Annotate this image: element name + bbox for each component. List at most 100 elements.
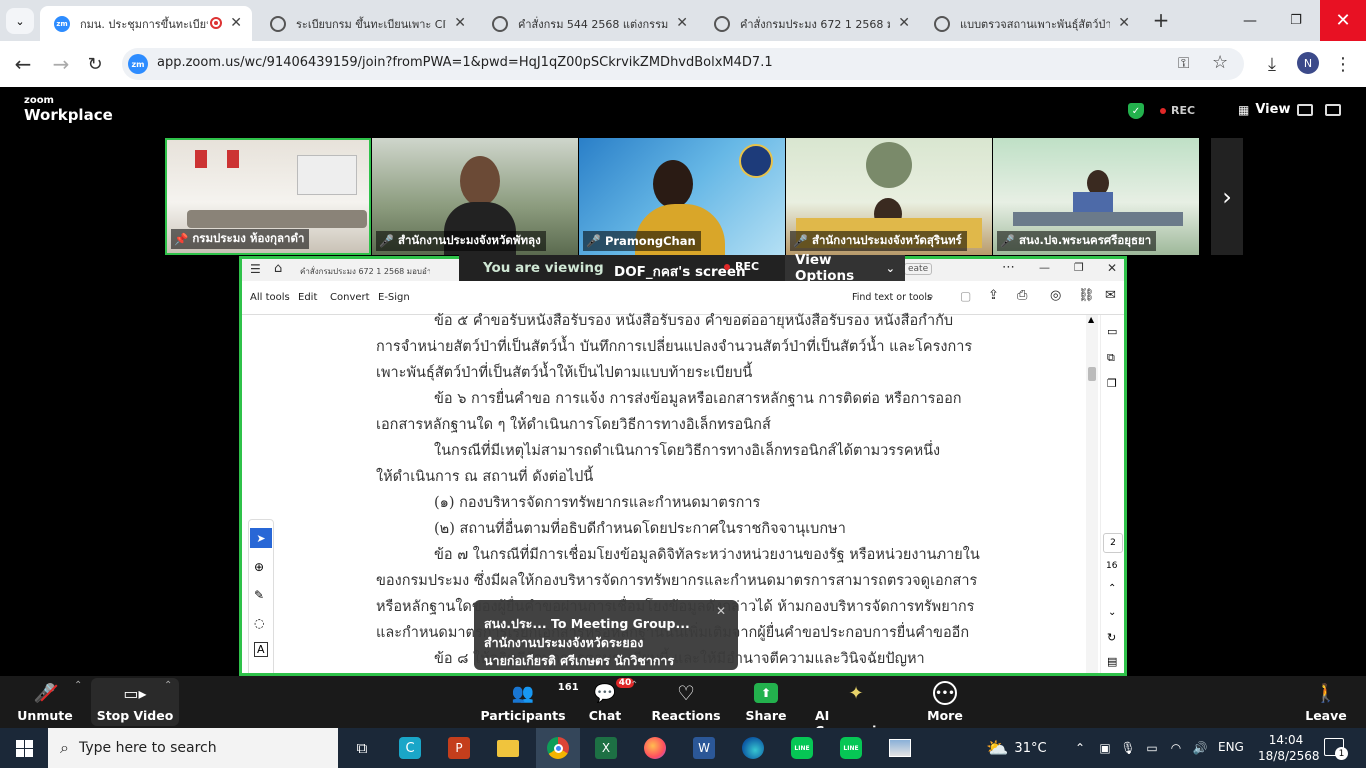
browser-menu-icon[interactable]: ⋮ bbox=[1332, 51, 1354, 77]
wifi-icon[interactable]: ◠ bbox=[1164, 728, 1188, 768]
menu-esign[interactable]: E-Sign bbox=[378, 292, 410, 303]
video-options-caret-icon[interactable]: ⌃ bbox=[164, 680, 172, 691]
tab-regulation[interactable]: ระเบียบกรม ขึ้นทะเบียนเพาะ CITES ✕ bbox=[256, 6, 476, 41]
close-tab-icon[interactable]: ✕ bbox=[676, 15, 688, 31]
line-app-icon[interactable]: LINE bbox=[780, 728, 824, 768]
page-down-icon[interactable]: ⌄ bbox=[1108, 607, 1116, 618]
more-options-icon[interactable]: ⋯ bbox=[1002, 260, 1015, 275]
bookmark-icon[interactable]: ⧉ bbox=[1107, 351, 1115, 365]
close-popup-icon[interactable]: ✕ bbox=[716, 604, 726, 618]
page-up-icon[interactable]: ⌃ bbox=[1108, 583, 1116, 594]
tab-order-672[interactable]: คำสั่งกรมประมง 672 1 2568 มอบ ✕ bbox=[700, 6, 920, 41]
security-shield-icon[interactable]: ✓ bbox=[1128, 103, 1144, 119]
chrome-app-icon[interactable] bbox=[536, 728, 580, 768]
scroll-up-icon[interactable]: ▲ bbox=[1088, 315, 1094, 324]
print-icon[interactable]: ⎙ bbox=[1017, 288, 1027, 303]
recording-indicator[interactable]: REC bbox=[1160, 104, 1195, 117]
close-tab-icon[interactable]: ✕ bbox=[230, 15, 242, 31]
video-tile-2[interactable]: 🎤 สำนักงานประมงจังหวัดพัทลุง bbox=[372, 138, 578, 255]
search-icon[interactable]: ⌕ bbox=[927, 289, 934, 304]
pdf-tab-title[interactable]: คำสั่งกรมประมง 672 1 2568 มอบอำนาจ... bbox=[300, 265, 430, 278]
password-key-icon[interactable]: ⚿ bbox=[1178, 54, 1189, 72]
tab-inspection-form[interactable]: แบบตรวจสถานเพาะพันธุ์สัตว์ป่า ✕ bbox=[920, 6, 1140, 41]
microphone-icon[interactable]: 🎙 bbox=[1116, 728, 1140, 768]
pen-tool-icon[interactable]: ✎ bbox=[254, 588, 264, 602]
file-explorer-icon[interactable] bbox=[486, 728, 530, 768]
word-app-icon[interactable]: W bbox=[682, 728, 726, 768]
participants-button[interactable]: 👥 161 Participants bbox=[480, 678, 578, 723]
picture-in-picture-icon[interactable] bbox=[1297, 104, 1313, 116]
close-tab-icon[interactable]: ✕ bbox=[1118, 15, 1130, 31]
restore-window-icon[interactable]: ❐ bbox=[1276, 0, 1316, 41]
home-icon[interactable]: ⌂ bbox=[274, 261, 282, 276]
windows-start-icon[interactable] bbox=[2, 728, 46, 768]
chat-options-caret-icon[interactable]: ⌃ bbox=[630, 680, 638, 691]
bookmark-star-icon[interactable]: ☆ bbox=[1212, 52, 1228, 73]
hamburger-icon[interactable]: ☰ bbox=[250, 262, 261, 276]
video-tile-3[interactable]: 🎤 PramongChan bbox=[579, 138, 785, 255]
video-tile-4[interactable]: 🎤 สำนักงานประมงจังหวัดสุรินทร์ bbox=[786, 138, 992, 255]
document-icon[interactable]: ▤ bbox=[1107, 655, 1117, 668]
new-tab-button[interactable]: + bbox=[1150, 8, 1172, 32]
edge-app-icon[interactable] bbox=[731, 728, 775, 768]
download-icon[interactable]: ⤓ bbox=[1258, 51, 1286, 77]
task-view-icon[interactable]: ⧉ bbox=[340, 728, 384, 768]
select-cursor-icon[interactable]: ➤ bbox=[250, 528, 272, 548]
menu-all-tools[interactable]: All tools bbox=[250, 292, 290, 303]
taskbar-clock[interactable]: 14:04 18/8/2568 bbox=[1258, 732, 1320, 764]
leave-button[interactable]: 🚶 Leave bbox=[1304, 678, 1348, 724]
close-tab-icon[interactable]: ✕ bbox=[898, 15, 910, 31]
audio-options-caret-icon[interactable]: ⌃ bbox=[74, 680, 82, 691]
excel-app-icon[interactable]: X bbox=[584, 728, 628, 768]
weather-widget[interactable]: ⛅ 31°C bbox=[986, 728, 1047, 768]
tab-zoom-meeting[interactable]: zm กมน. ประชุมการขึ้นทะเบียนฯ ✕ bbox=[40, 6, 252, 41]
save-icon[interactable]: ▢ bbox=[960, 289, 971, 303]
line-app-icon-2[interactable]: LINE bbox=[829, 728, 873, 768]
capcut-app-icon[interactable]: C bbox=[388, 728, 432, 768]
video-tile-1[interactable]: 📌 กรมประมง ห้องกุลาดำ bbox=[165, 138, 371, 255]
ai-assistant-icon[interactable]: ◎ bbox=[1050, 288, 1061, 303]
minimize-window-icon[interactable]: — bbox=[1230, 0, 1270, 41]
back-arrow-icon[interactable]: ← bbox=[10, 51, 36, 77]
link-icon[interactable]: ⛓ bbox=[1078, 288, 1095, 303]
profile-avatar[interactable]: N bbox=[1297, 52, 1319, 74]
close-tab-icon[interactable]: ✕ bbox=[454, 15, 466, 31]
meet-now-icon[interactable]: ▣ bbox=[1093, 728, 1117, 768]
page-current[interactable]: 2 bbox=[1103, 533, 1123, 553]
email-icon[interactable]: ✉ bbox=[1105, 288, 1116, 303]
fullscreen-icon[interactable] bbox=[1325, 104, 1341, 116]
chat-button[interactable]: 💬 40 Chat bbox=[585, 678, 635, 723]
zoom-tool-icon[interactable]: ⊕ bbox=[254, 560, 264, 574]
video-tile-5[interactable]: 🎤 สนง.ปจ.พระนครศรีอยุธยา bbox=[993, 138, 1199, 255]
reload-icon[interactable]: ↻ bbox=[82, 51, 108, 77]
comment-icon[interactable]: ▭ bbox=[1107, 325, 1117, 338]
photos-app-icon[interactable] bbox=[878, 728, 922, 768]
menu-convert[interactable]: Convert bbox=[330, 292, 370, 303]
volume-icon[interactable]: 🔊 bbox=[1188, 728, 1212, 768]
find-tools-field[interactable]: Find text or tools bbox=[852, 292, 932, 303]
tab-search-icon[interactable]: ⌄ bbox=[6, 8, 34, 34]
pdf-scrollbar[interactable]: ▲ bbox=[1086, 315, 1098, 673]
forward-arrow-icon[interactable]: → bbox=[48, 51, 74, 77]
tab-order-544[interactable]: คำสั่งกรม 544 2568 แต่งกรรมการ ✕ bbox=[478, 6, 698, 41]
close-window-button[interactable]: ✕ bbox=[1320, 0, 1366, 41]
share-button[interactable]: ⬆ Share bbox=[743, 678, 789, 723]
scrollbar-thumb[interactable] bbox=[1088, 367, 1096, 381]
restore-icon[interactable]: ❐ bbox=[1074, 261, 1084, 274]
upload-icon[interactable]: ⇪ bbox=[988, 288, 999, 303]
input-language[interactable]: ENG bbox=[1218, 740, 1244, 754]
copy-icon[interactable]: ❐ bbox=[1107, 377, 1117, 390]
next-page-arrow-icon[interactable]: › bbox=[1211, 138, 1243, 255]
menu-edit[interactable]: Edit bbox=[298, 292, 317, 303]
reactions-button[interactable]: ♡ Reactions bbox=[651, 678, 720, 723]
show-hidden-icons-chevron-icon[interactable]: ⌃ bbox=[1068, 728, 1092, 768]
address-bar[interactable]: zm app.zoom.us/wc/91406439159/join?fromP… bbox=[122, 48, 1244, 80]
text-tool-icon[interactable]: A bbox=[254, 642, 268, 657]
view-button[interactable]: ▦ View bbox=[1238, 102, 1290, 117]
lasso-tool-icon[interactable]: ◌ bbox=[254, 616, 264, 630]
create-button[interactable]: eate bbox=[904, 263, 933, 275]
battery-icon[interactable]: ▭ bbox=[1140, 728, 1164, 768]
unmute-button[interactable]: 🎤 Unmute bbox=[17, 678, 72, 724]
view-options-button[interactable]: View Options ⌄ bbox=[785, 252, 905, 284]
notification-center-icon[interactable]: 1 bbox=[1324, 738, 1348, 760]
